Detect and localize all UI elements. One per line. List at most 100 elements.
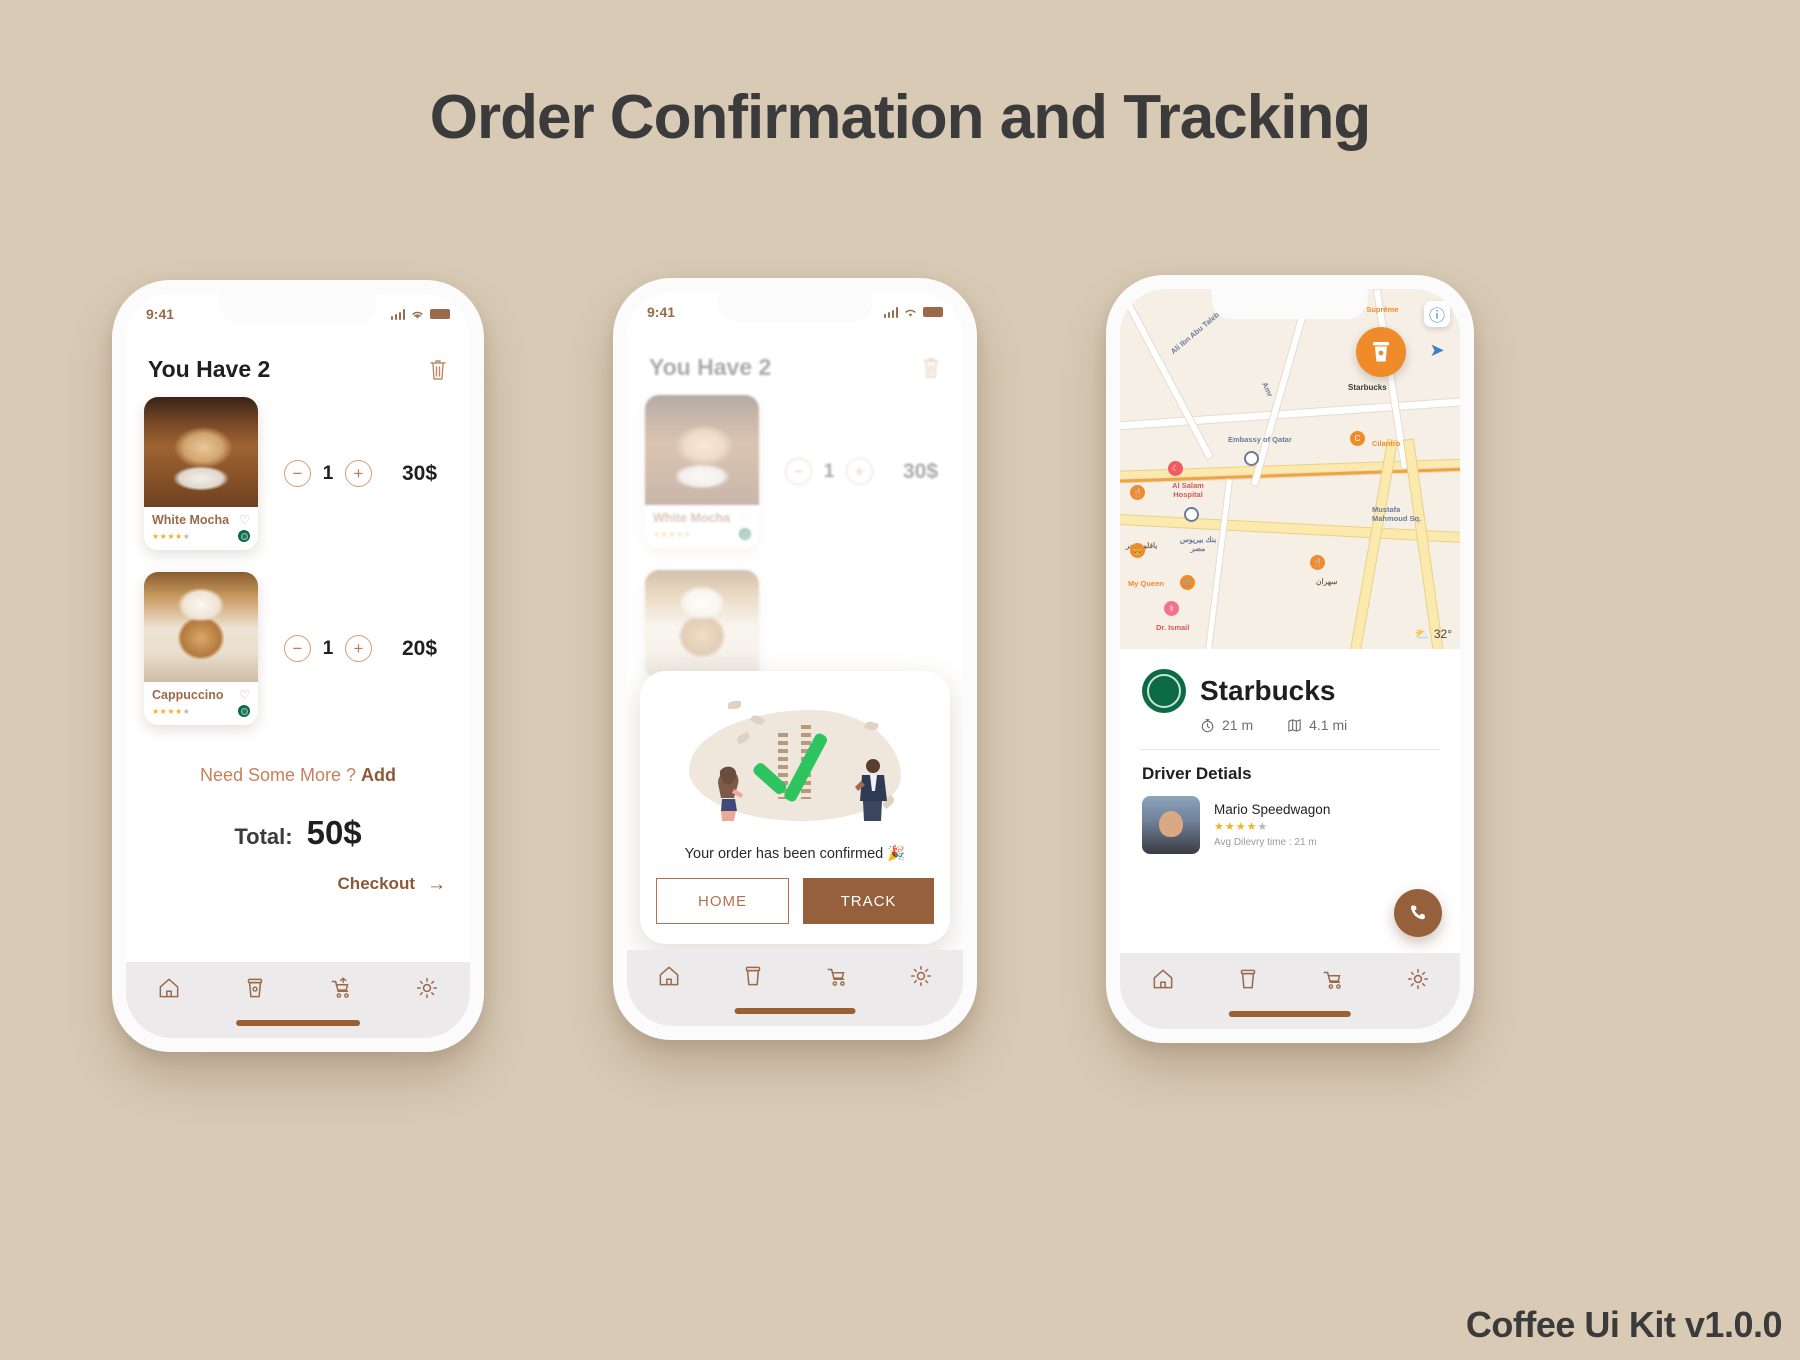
coffee-cup-icon[interactable] [1235, 966, 1261, 992]
cart-screen: 9:41 You Have 2 White Mocha ♡ ★★★★★ − 1 … [126, 294, 470, 1038]
road [1120, 289, 1213, 459]
track-button[interactable]: TRACK [803, 878, 934, 924]
store-details-panel: Starbucks 21 m 4.1 mi Driver Detials Mar… [1120, 649, 1460, 953]
cart-arrow-icon[interactable] [328, 975, 354, 1001]
product-rating-row: ★★★★★ [152, 530, 250, 542]
tracking-screen: Ali Ibn Abu Taleb Street Amr Cafe Suprêm… [1120, 289, 1460, 1029]
distance-stat: 4.1 mi [1287, 717, 1347, 733]
page-title: Order Confirmation and Tracking [429, 83, 1371, 152]
product-name: Cappuccino [152, 688, 224, 702]
bottom-tab-bar [126, 962, 470, 1038]
quantity-value: 1 [322, 462, 334, 484]
map-view[interactable]: Ali Ibn Abu Taleb Street Amr Cafe Suprêm… [1120, 289, 1460, 649]
store-header: Starbucks [1120, 649, 1460, 713]
phone-notch [218, 294, 378, 324]
store-name: Starbucks [1200, 675, 1336, 706]
map-label: بنك بيريوس مصر [1179, 535, 1217, 553]
stopwatch-icon [1201, 718, 1214, 732]
wifi-icon [412, 311, 423, 319]
driver-rating-stars: ★★★★★ [1214, 821, 1269, 833]
checkout-button[interactable]: Checkout [338, 874, 415, 894]
decrease-quantity-button[interactable]: − [284, 635, 311, 662]
decrease-quantity-button[interactable]: − [284, 460, 311, 487]
increase-quantity-button[interactable]: + [345, 635, 372, 662]
store-marker-label: Starbucks [1348, 383, 1387, 392]
confirmation-screen: 9:41 You Have 2 White Mocha [627, 292, 963, 1026]
home-icon[interactable] [656, 963, 682, 989]
store-map-marker[interactable] [1356, 327, 1406, 377]
clinic-poi-icon[interactable]: ⚕ [1164, 601, 1179, 616]
weather-chip: ⛅ 32° [1415, 627, 1452, 641]
add-button[interactable]: Add [361, 765, 396, 785]
gear-icon[interactable] [1405, 966, 1431, 992]
gear-icon[interactable] [414, 975, 440, 1001]
heart-outline-icon[interactable]: ♡ [239, 514, 250, 526]
item-price: 20$ [402, 636, 438, 660]
avatar [1142, 796, 1200, 854]
info-icon[interactable]: ⓘ [1424, 301, 1450, 327]
arrow-right-icon[interactable]: → [427, 875, 446, 894]
dialog-buttons: HOME TRACK [656, 878, 934, 924]
coffee-cup-icon[interactable] [242, 975, 268, 1001]
increase-quantity-button[interactable]: + [345, 460, 372, 487]
phone-icon [1411, 905, 1426, 920]
confirmation-message: Your order has been confirmed 🎉 [684, 846, 906, 862]
phone-mockup-tracking: Ali Ibn Abu Taleb Street Amr Cafe Suprêm… [1106, 275, 1474, 1043]
checkout-row[interactable]: Checkout → [126, 874, 470, 894]
coffee-cup-icon [1373, 342, 1389, 362]
product-image-cappuccino [144, 572, 258, 682]
burger-poi-icon[interactable]: 🍔 [1130, 543, 1145, 558]
need-more-label: Need Some More ? [199, 765, 357, 785]
status-icons [390, 308, 450, 320]
home-indicator [236, 1020, 360, 1026]
status-icons [883, 306, 943, 318]
coffee-cup-icon[interactable] [740, 963, 766, 989]
quantity-stepper: − 1 + [284, 460, 372, 487]
home-icon[interactable] [156, 975, 182, 1001]
total-row: Total: 50$ [126, 814, 470, 852]
map-label: Al Salam Hospital [1172, 481, 1204, 499]
bottom-tab-bar [627, 950, 963, 1026]
product-name-row: White Mocha ♡ [152, 513, 250, 527]
home-indicator [1228, 1011, 1352, 1017]
map-label: سهران [1316, 577, 1338, 586]
product-card[interactable]: White Mocha ♡ ★★★★★ [144, 397, 258, 550]
bank-poi-icon[interactable] [1184, 507, 1199, 522]
embassy-poi-icon[interactable] [1244, 451, 1259, 466]
road [1205, 479, 1232, 649]
heart-outline-icon[interactable]: ♡ [239, 689, 250, 701]
navigation-arrow-icon[interactable]: ➤ [1424, 337, 1450, 363]
trash-icon[interactable] [428, 358, 448, 382]
store-stats: 21 m 4.1 mi [1120, 713, 1460, 749]
restaurant-poi-icon[interactable]: 🍴 [1130, 485, 1145, 500]
driver-name: Mario Speedwagon [1214, 802, 1331, 817]
order-confirmed-illustration [656, 689, 934, 839]
map-label: Embassy of Qatar [1228, 435, 1292, 444]
cart-arrow-icon[interactable] [1320, 966, 1346, 992]
home-button[interactable]: HOME [656, 878, 789, 924]
home-indicator [734, 1008, 856, 1014]
gear-icon[interactable] [908, 963, 934, 989]
hospital-poi-icon[interactable]: ☾ [1168, 461, 1183, 476]
signal-bars-icon [390, 308, 405, 320]
status-time: 9:41 [647, 304, 676, 320]
phone-mockup-confirmation: 9:41 You Have 2 White Mocha [613, 278, 977, 1040]
shop-poi-icon[interactable]: 🛒 [1180, 575, 1195, 590]
starbucks-logo-icon [238, 705, 250, 717]
map-icon [1288, 718, 1301, 732]
cart-item-row: Cappuccino ♡ ★★★★★ − 1 + 20$ [126, 572, 470, 725]
cart-item-row: White Mocha ♡ ★★★★★ − 1 + 30$ [126, 397, 470, 550]
cafe-poi-icon[interactable]: C [1350, 431, 1365, 446]
person-right-illustration [854, 759, 887, 821]
map-label: Dr. Ismail [1156, 623, 1190, 632]
product-card[interactable]: Cappuccino ♡ ★★★★★ [144, 572, 258, 725]
eta-value: 21 m [1222, 717, 1254, 733]
call-driver-button[interactable] [1394, 889, 1442, 937]
quantity-value: 1 [322, 637, 334, 659]
phone-notch [717, 292, 873, 322]
cart-arrow-icon[interactable] [824, 963, 850, 989]
map-label: Mustafa Mahmoud Sq. [1372, 505, 1422, 523]
restaurant-poi-icon[interactable]: 🍴 [1310, 555, 1325, 570]
driver-row: Mario Speedwagon ★★★★★ Avg Dilevry time … [1120, 784, 1460, 854]
home-icon[interactable] [1150, 966, 1176, 992]
